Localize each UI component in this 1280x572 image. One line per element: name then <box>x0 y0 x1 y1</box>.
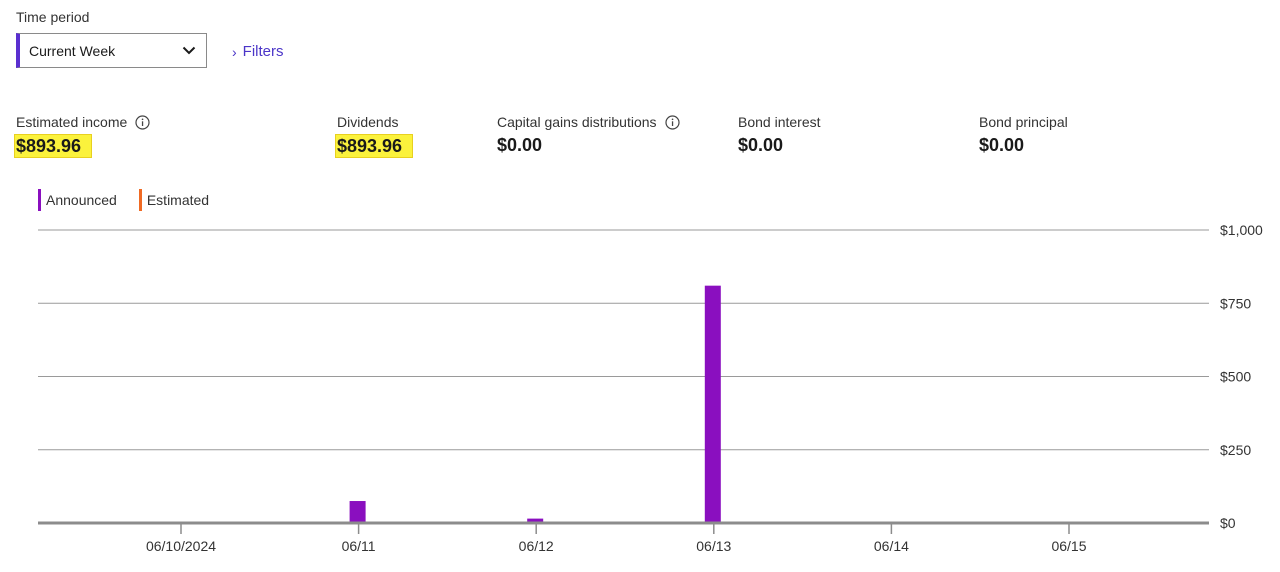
y-tick-label: $1,000 <box>1220 222 1263 238</box>
bar-announced <box>349 501 366 523</box>
y-tick-label: $250 <box>1220 442 1251 458</box>
y-tick-label: $0 <box>1220 515 1236 531</box>
y-tick-label: $500 <box>1220 369 1251 385</box>
x-tick-label: 06/15 <box>1051 538 1086 554</box>
x-tick-label: 06/13 <box>696 538 731 554</box>
x-tick-label: 06/12 <box>519 538 554 554</box>
x-tick-label: 06/11 <box>342 538 376 554</box>
income-page: Time period Current Week › Filters Estim… <box>0 0 1280 572</box>
y-tick-label: $750 <box>1220 295 1251 311</box>
bar-announced <box>704 285 721 523</box>
x-tick-label: 06/14 <box>874 538 909 554</box>
income-bar-chart: $0 $250 $500 $750 $1,000 06/10/2024 06/11 06/12… <box>38 222 1263 554</box>
x-tick-label: 06/10/2024 <box>146 538 216 554</box>
